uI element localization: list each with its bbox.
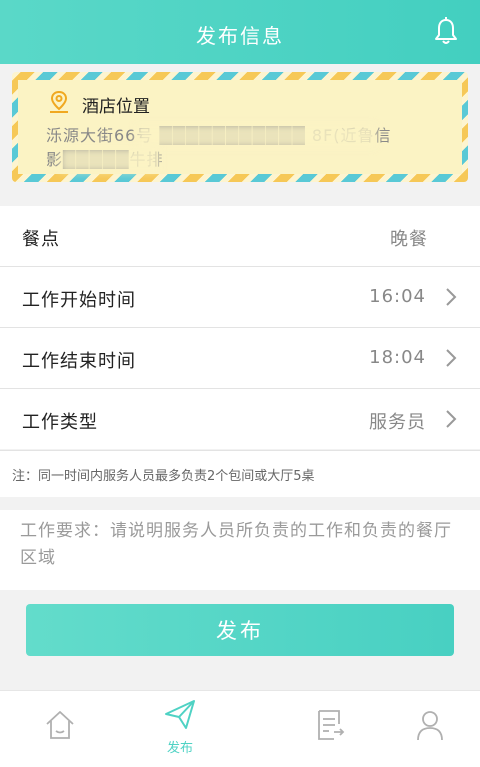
row-start-time[interactable]: 工作开始时间 16:04 xyxy=(0,267,480,328)
row-label: 工作开始时间 xyxy=(22,290,136,311)
row-value: 晚餐 xyxy=(390,229,428,250)
row-label: 工作类型 xyxy=(22,412,98,433)
staffing-note: 注：同一时间内服务人员最多负责2个包间或大厅5桌 xyxy=(0,450,480,497)
user-icon xyxy=(417,711,443,741)
top-bar: 发布信息 xyxy=(0,0,480,64)
job-form-list: 餐点 晚餐 工作开始时间 16:04 工作结束时间 18:04 工作类型 服务员 xyxy=(0,206,480,449)
address-redaction xyxy=(136,124,376,148)
page-title: 发布信息 xyxy=(196,24,284,48)
tab-profile[interactable] xyxy=(370,691,480,767)
staffing-note-text: 注：同一时间内服务人员最多负责2个包间或大厅5桌 xyxy=(12,469,315,484)
row-end-time[interactable]: 工作结束时间 18:04 xyxy=(0,328,480,389)
row-label: 工作结束时间 xyxy=(22,351,136,372)
chevron-right-icon xyxy=(446,288,457,306)
requirement-input[interactable] xyxy=(20,518,460,582)
row-meal[interactable]: 餐点 晚餐 xyxy=(0,206,480,267)
home-icon xyxy=(46,711,74,739)
hotel-location-card[interactable]: 酒店位置 泺源大街66号 ███████████ 8F(近鲁信 影█████牛排 xyxy=(12,72,468,182)
bottom-tab-bar: 发布 xyxy=(0,690,480,767)
requirement-section xyxy=(0,510,480,590)
hotel-location-inner: 酒店位置 泺源大街66号 ███████████ 8F(近鲁信 影█████牛排 xyxy=(18,80,462,174)
hotel-location-title: 酒店位置 xyxy=(82,97,150,117)
row-job-type[interactable]: 工作类型 服务员 xyxy=(0,389,480,449)
tab-publish-label: 发布 xyxy=(166,741,193,756)
row-label: 餐点 xyxy=(22,229,60,250)
address-redaction xyxy=(60,148,160,172)
tab-publish[interactable]: 发布 xyxy=(120,691,240,767)
tab-home[interactable] xyxy=(0,691,120,767)
send-icon xyxy=(165,700,195,729)
chevron-right-icon xyxy=(446,410,457,428)
list-icon xyxy=(318,710,345,740)
chevron-right-icon xyxy=(446,349,457,367)
bell-icon[interactable] xyxy=(432,16,460,46)
location-pin-icon xyxy=(50,90,68,113)
row-value: 16:04 xyxy=(369,286,426,307)
row-value: 服务员 xyxy=(369,412,426,433)
publish-button[interactable]: 发布 xyxy=(26,604,454,656)
row-value: 18:04 xyxy=(369,347,426,368)
